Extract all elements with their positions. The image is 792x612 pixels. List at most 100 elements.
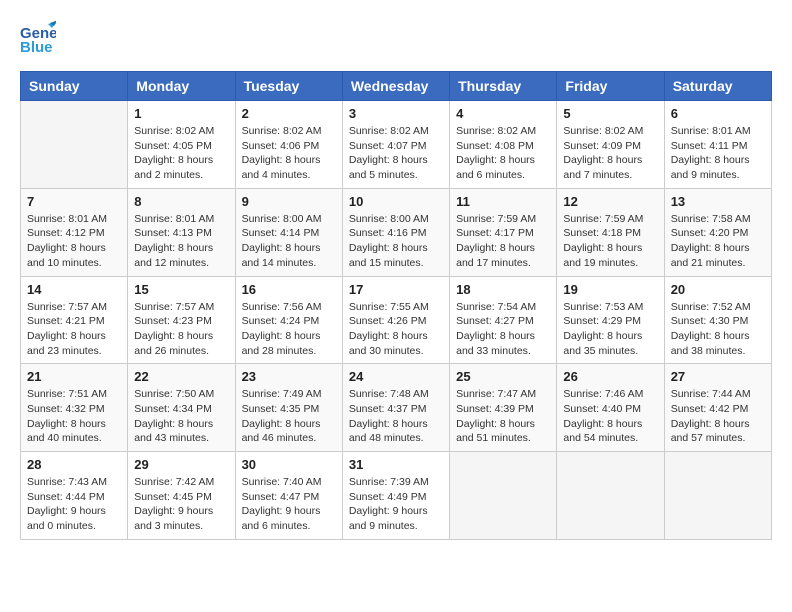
day-info: Sunrise: 7:57 AM Sunset: 4:23 PM Dayligh… — [134, 300, 228, 359]
day-cell: 16 Sunrise: 7:56 AM Sunset: 4:24 PM Dayli… — [235, 276, 342, 364]
day-cell: 13 Sunrise: 7:58 AM Sunset: 4:20 PM Dayli… — [664, 188, 771, 276]
day-info: Sunrise: 7:43 AM Sunset: 4:44 PM Dayligh… — [27, 475, 121, 534]
day-info: Sunrise: 7:52 AM Sunset: 4:30 PM Dayligh… — [671, 300, 765, 359]
day-cell: 1 Sunrise: 8:02 AM Sunset: 4:05 PM Daylig… — [128, 101, 235, 189]
day-number: 5 — [563, 106, 657, 121]
day-cell: 12 Sunrise: 7:59 AM Sunset: 4:18 PM Dayli… — [557, 188, 664, 276]
day-number: 17 — [349, 282, 443, 297]
day-info: Sunrise: 7:57 AM Sunset: 4:21 PM Dayligh… — [27, 300, 121, 359]
week-row-1: 1 Sunrise: 8:02 AM Sunset: 4:05 PM Daylig… — [21, 101, 772, 189]
day-number: 7 — [27, 194, 121, 209]
logo: General Blue — [20, 20, 56, 61]
day-number: 18 — [456, 282, 550, 297]
day-cell: 5 Sunrise: 8:02 AM Sunset: 4:09 PM Daylig… — [557, 101, 664, 189]
day-info: Sunrise: 8:01 AM Sunset: 4:11 PM Dayligh… — [671, 124, 765, 183]
day-cell: 30 Sunrise: 7:40 AM Sunset: 4:47 PM Dayli… — [235, 452, 342, 540]
day-number: 14 — [27, 282, 121, 297]
day-cell: 15Sunrise: 7:57 AM Sunset: 4:23 PM Dayli… — [128, 276, 235, 364]
day-cell: 2 Sunrise: 8:02 AM Sunset: 4:06 PM Daylig… — [235, 101, 342, 189]
day-cell: 20 Sunrise: 7:52 AM Sunset: 4:30 PM Dayli… — [664, 276, 771, 364]
day-info: Sunrise: 8:00 AM Sunset: 4:16 PM Dayligh… — [349, 212, 443, 271]
day-info: Sunrise: 7:58 AM Sunset: 4:20 PM Dayligh… — [671, 212, 765, 271]
day-number: 16 — [242, 282, 336, 297]
day-cell: 8Sunrise: 8:01 AM Sunset: 4:13 PM Daylig… — [128, 188, 235, 276]
week-row-5: 28 Sunrise: 7:43 AM Sunset: 4:44 PM Dayli… — [21, 452, 772, 540]
day-info: Sunrise: 7:46 AM Sunset: 4:40 PM Dayligh… — [563, 387, 657, 446]
day-number: 28 — [27, 457, 121, 472]
calendar: SundayMondayTuesdayWednesdayThursdayFrid… — [20, 71, 772, 540]
day-number: 27 — [671, 369, 765, 384]
day-cell — [557, 452, 664, 540]
day-number: 2 — [242, 106, 336, 121]
day-info: Sunrise: 7:39 AM Sunset: 4:49 PM Dayligh… — [349, 475, 443, 534]
day-info: Sunrise: 7:55 AM Sunset: 4:26 PM Dayligh… — [349, 300, 443, 359]
day-number: 22 — [134, 369, 228, 384]
day-info: Sunrise: 8:01 AM Sunset: 4:13 PM Dayligh… — [134, 212, 228, 271]
day-cell: 6 Sunrise: 8:01 AM Sunset: 4:11 PM Daylig… — [664, 101, 771, 189]
day-cell: 10 Sunrise: 8:00 AM Sunset: 4:16 PM Dayli… — [342, 188, 449, 276]
day-cell: 28 Sunrise: 7:43 AM Sunset: 4:44 PM Dayli… — [21, 452, 128, 540]
day-info: Sunrise: 7:51 AM Sunset: 4:32 PM Dayligh… — [27, 387, 121, 446]
day-number: 24 — [349, 369, 443, 384]
day-number: 10 — [349, 194, 443, 209]
day-info: Sunrise: 8:00 AM Sunset: 4:14 PM Dayligh… — [242, 212, 336, 271]
weekday-header-row: SundayMondayTuesdayWednesdayThursdayFrid… — [21, 72, 772, 101]
day-info: Sunrise: 8:01 AM Sunset: 4:12 PM Dayligh… — [27, 212, 121, 271]
day-cell — [664, 452, 771, 540]
day-info: Sunrise: 7:42 AM Sunset: 4:45 PM Dayligh… — [134, 475, 228, 534]
day-cell: 9 Sunrise: 8:00 AM Sunset: 4:14 PM Daylig… — [235, 188, 342, 276]
day-number: 26 — [563, 369, 657, 384]
day-number: 4 — [456, 106, 550, 121]
day-cell: 22 Sunrise: 7:50 AM Sunset: 4:34 PM Dayli… — [128, 364, 235, 452]
day-info: Sunrise: 7:56 AM Sunset: 4:24 PM Dayligh… — [242, 300, 336, 359]
weekday-header-wednesday: Wednesday — [342, 72, 449, 101]
day-number: 20 — [671, 282, 765, 297]
day-info: Sunrise: 7:40 AM Sunset: 4:47 PM Dayligh… — [242, 475, 336, 534]
day-cell: 29 Sunrise: 7:42 AM Sunset: 4:45 PM Dayli… — [128, 452, 235, 540]
day-number: 6 — [671, 106, 765, 121]
day-info: Sunrise: 8:02 AM Sunset: 4:07 PM Dayligh… — [349, 124, 443, 183]
day-info: Sunrise: 7:53 AM Sunset: 4:29 PM Dayligh… — [563, 300, 657, 359]
day-number: 23 — [242, 369, 336, 384]
day-info: Sunrise: 7:59 AM Sunset: 4:17 PM Dayligh… — [456, 212, 550, 271]
logo-icon: General Blue — [20, 20, 56, 61]
day-cell: 24Sunrise: 7:48 AM Sunset: 4:37 PM Dayli… — [342, 364, 449, 452]
week-row-2: 7 Sunrise: 8:01 AM Sunset: 4:12 PM Daylig… — [21, 188, 772, 276]
day-cell: 17 Sunrise: 7:55 AM Sunset: 4:26 PM Dayli… — [342, 276, 449, 364]
day-info: Sunrise: 8:02 AM Sunset: 4:06 PM Dayligh… — [242, 124, 336, 183]
day-number: 21 — [27, 369, 121, 384]
day-info: Sunrise: 7:59 AM Sunset: 4:18 PM Dayligh… — [563, 212, 657, 271]
day-info: Sunrise: 8:02 AM Sunset: 4:05 PM Dayligh… — [134, 124, 228, 183]
day-number: 31 — [349, 457, 443, 472]
day-number: 12 — [563, 194, 657, 209]
day-info: Sunrise: 7:54 AM Sunset: 4:27 PM Dayligh… — [456, 300, 550, 359]
day-cell — [21, 101, 128, 189]
day-number: 1 — [134, 106, 228, 121]
day-number: 13 — [671, 194, 765, 209]
day-info: Sunrise: 8:02 AM Sunset: 4:08 PM Dayligh… — [456, 124, 550, 183]
day-info: Sunrise: 8:02 AM Sunset: 4:09 PM Dayligh… — [563, 124, 657, 183]
day-cell: 31 Sunrise: 7:39 AM Sunset: 4:49 PM Dayli… — [342, 452, 449, 540]
day-info: Sunrise: 7:44 AM Sunset: 4:42 PM Dayligh… — [671, 387, 765, 446]
day-number: 9 — [242, 194, 336, 209]
day-cell: 18 Sunrise: 7:54 AM Sunset: 4:27 PM Dayli… — [450, 276, 557, 364]
day-cell: 21 Sunrise: 7:51 AM Sunset: 4:32 PM Dayli… — [21, 364, 128, 452]
weekday-header-saturday: Saturday — [664, 72, 771, 101]
day-cell: 23Sunrise: 7:49 AM Sunset: 4:35 PM Dayli… — [235, 364, 342, 452]
day-number: 30 — [242, 457, 336, 472]
day-number: 25 — [456, 369, 550, 384]
weekday-header-friday: Friday — [557, 72, 664, 101]
day-cell: 3 Sunrise: 8:02 AM Sunset: 4:07 PM Daylig… — [342, 101, 449, 189]
weekday-header-sunday: Sunday — [21, 72, 128, 101]
day-number: 3 — [349, 106, 443, 121]
week-row-4: 21 Sunrise: 7:51 AM Sunset: 4:32 PM Dayli… — [21, 364, 772, 452]
weekday-header-thursday: Thursday — [450, 72, 557, 101]
weekday-header-tuesday: Tuesday — [235, 72, 342, 101]
day-number: 29 — [134, 457, 228, 472]
svg-text:Blue: Blue — [20, 39, 53, 56]
day-cell: 4 Sunrise: 8:02 AM Sunset: 4:08 PM Daylig… — [450, 101, 557, 189]
weekday-header-monday: Monday — [128, 72, 235, 101]
day-info: Sunrise: 7:50 AM Sunset: 4:34 PM Dayligh… — [134, 387, 228, 446]
day-cell: 25Sunrise: 7:47 AM Sunset: 4:39 PM Dayli… — [450, 364, 557, 452]
day-cell: 19Sunrise: 7:53 AM Sunset: 4:29 PM Dayli… — [557, 276, 664, 364]
